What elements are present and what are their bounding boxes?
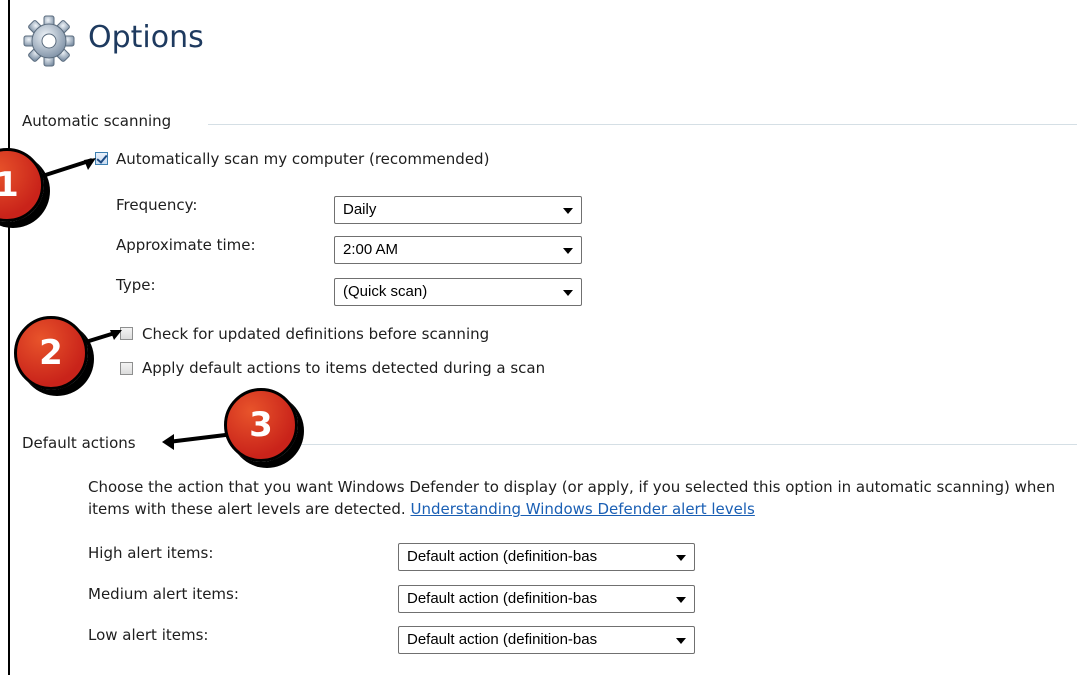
callout-arrows <box>29 158 251 450</box>
callout-badge-2: 2 <box>14 316 88 390</box>
callout-number: 2 <box>39 333 63 373</box>
callout-number: 1 <box>0 165 19 205</box>
callout-number: 3 <box>249 405 273 445</box>
callout-badge-3: 3 <box>224 388 298 462</box>
